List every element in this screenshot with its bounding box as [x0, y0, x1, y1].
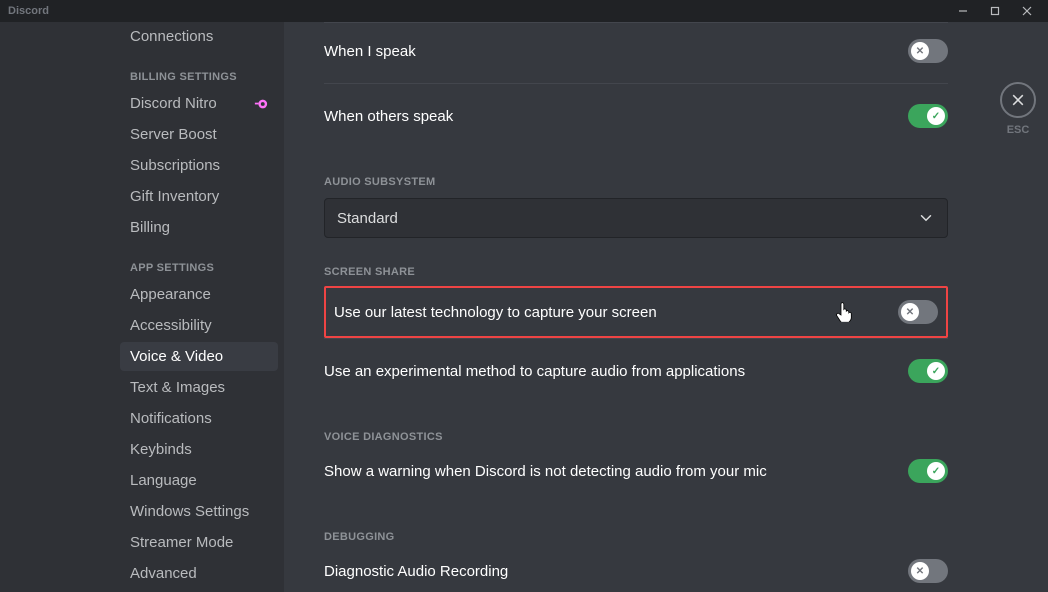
sidebar-item-voice-video[interactable]: Voice & Video	[120, 342, 278, 371]
toggle-when-i-speak[interactable]: ✕	[908, 39, 948, 63]
close-window-button[interactable]	[1014, 1, 1040, 21]
chevron-down-icon	[917, 209, 935, 227]
close-settings-button[interactable]	[1000, 82, 1036, 118]
sidebar-item-text-images[interactable]: Text & Images	[120, 373, 278, 402]
toggle-mic-warning[interactable]: ✓	[908, 459, 948, 483]
sidebar-item-label: Streamer Mode	[130, 534, 233, 551]
setting-label: Use an experimental method to capture au…	[324, 363, 745, 380]
setting-label: When I speak	[324, 43, 416, 60]
sidebar-item-notifications[interactable]: Notifications	[120, 404, 278, 433]
sidebar-item-label: Server Boost	[130, 126, 217, 143]
check-icon: ✓	[932, 466, 940, 477]
setting-label: Diagnostic Audio Recording	[324, 563, 508, 580]
sidebar-header-app: APP SETTINGS	[120, 244, 278, 280]
sidebar-item-label: Keybinds	[130, 441, 192, 458]
app-name: Discord	[8, 5, 49, 17]
close-icon	[1010, 92, 1026, 108]
sidebar-item-label: Subscriptions	[130, 157, 220, 174]
sidebar-item-label: Accessibility	[130, 317, 212, 334]
setting-latest-tech: Use our latest technology to capture you…	[326, 288, 946, 336]
window-controls	[950, 1, 1040, 21]
toggle-diag-recording[interactable]: ✕	[908, 559, 948, 583]
setting-label: Show a warning when Discord is not detec…	[324, 463, 767, 480]
setting-when-others-speak: When others speak ✓	[324, 83, 948, 148]
sidebar-item-label: Gift Inventory	[130, 188, 219, 205]
sidebar-item-discord-nitro[interactable]: Discord Nitro	[120, 89, 278, 118]
sidebar-item-label: Language	[130, 472, 197, 489]
maximize-button[interactable]	[982, 1, 1008, 21]
check-icon: ✓	[932, 366, 940, 377]
sidebar-item-label: Voice & Video	[130, 348, 223, 365]
sidebar-item-label: Advanced	[130, 565, 197, 582]
titlebar: Discord	[0, 0, 1048, 22]
sidebar-header-billing: BILLING SETTINGS	[120, 53, 278, 89]
setting-label: Use our latest technology to capture you…	[334, 304, 657, 321]
close-label: ESC	[1007, 124, 1030, 136]
x-icon: ✕	[916, 566, 924, 577]
setting-diag-recording: Diagnostic Audio Recording ✕	[324, 543, 948, 587]
sidebar-item-server-boost[interactable]: Server Boost	[120, 120, 278, 149]
section-screen-share: SCREEN SHARE	[324, 266, 948, 278]
setting-label: When others speak	[324, 108, 453, 125]
main-panel: When I speak ✕ When others speak ✓ AUDIO…	[284, 22, 1048, 592]
select-value: Standard	[337, 210, 398, 227]
sidebar-item-label: Billing	[130, 219, 170, 236]
sidebar-item-keybinds[interactable]: Keybinds	[120, 435, 278, 464]
x-icon: ✕	[906, 307, 914, 318]
highlight-box: Use our latest technology to capture you…	[324, 286, 948, 338]
sidebar-item-appearance[interactable]: Appearance	[120, 280, 278, 309]
toggle-experimental-audio[interactable]: ✓	[908, 359, 948, 383]
sidebar-item-label: Text & Images	[130, 379, 225, 396]
settings-sidebar: Connections BILLING SETTINGS Discord Nit…	[0, 22, 284, 592]
toggle-when-others-speak[interactable]: ✓	[908, 104, 948, 128]
setting-mic-warning: Show a warning when Discord is not detec…	[324, 443, 948, 503]
sidebar-item-subscriptions[interactable]: Subscriptions	[120, 151, 278, 180]
nitro-icon	[254, 97, 268, 111]
sidebar-item-label: Connections	[130, 28, 213, 45]
sidebar-item-advanced[interactable]: Advanced	[120, 559, 278, 588]
section-audio-subsystem: AUDIO SUBSYSTEM	[324, 176, 948, 188]
sidebar-item-label: Appearance	[130, 286, 211, 303]
sidebar-item-accessibility[interactable]: Accessibility	[120, 311, 278, 340]
minimize-button[interactable]	[950, 1, 976, 21]
sidebar-item-windows-settings[interactable]: Windows Settings	[120, 497, 278, 526]
setting-when-i-speak: When I speak ✕	[324, 23, 948, 83]
section-voice-diagnostics: VOICE DIAGNOSTICS	[324, 431, 948, 443]
select-audio-subsystem[interactable]: Standard	[324, 198, 948, 238]
sidebar-item-label: Notifications	[130, 410, 212, 427]
section-debugging: DEBUGGING	[324, 531, 948, 543]
setting-experimental-audio: Use an experimental method to capture au…	[324, 338, 948, 403]
toggle-latest-tech[interactable]: ✕	[898, 300, 938, 324]
check-icon: ✓	[932, 111, 940, 122]
sidebar-item-billing[interactable]: Billing	[120, 213, 278, 242]
x-icon: ✕	[916, 46, 924, 57]
sidebar-item-language[interactable]: Language	[120, 466, 278, 495]
sidebar-item-label: Discord Nitro	[130, 95, 217, 112]
sidebar-item-label: Windows Settings	[130, 503, 249, 520]
sidebar-item-streamer-mode[interactable]: Streamer Mode	[120, 528, 278, 557]
sidebar-item-connections[interactable]: Connections	[120, 22, 278, 51]
sidebar-item-gift-inventory[interactable]: Gift Inventory	[120, 182, 278, 211]
